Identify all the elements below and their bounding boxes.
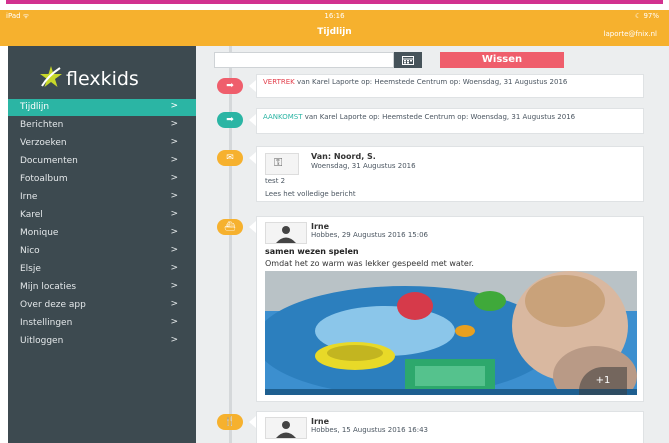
toy-icon: ⛴ bbox=[224, 222, 236, 232]
message-sender-avatar: ⚿ bbox=[265, 153, 299, 175]
date-filter-input[interactable] bbox=[214, 52, 394, 68]
avatar bbox=[265, 222, 307, 244]
post-author: Irne bbox=[311, 417, 330, 426]
sidebar-item-instellingen[interactable]: Instellingen > bbox=[8, 315, 196, 332]
message-body: test 2 bbox=[265, 177, 286, 185]
status-battery: ☾ 97% bbox=[634, 12, 659, 20]
sidebar-item-berichten[interactable]: Berichten > bbox=[8, 117, 196, 134]
avatar bbox=[265, 417, 307, 439]
post-meta: Hobbes, 29 Augustus 2016 15:06 bbox=[311, 231, 428, 239]
departure-badge: ➡ bbox=[217, 78, 243, 94]
chevron-right-icon: > bbox=[170, 281, 178, 291]
chevron-right-icon: > bbox=[170, 155, 178, 165]
user-silhouette-icon bbox=[276, 226, 296, 243]
post-event: Irne Hobbes, 15 Augustus 2016 16:43 bbox=[256, 411, 644, 443]
timeline-axis bbox=[229, 46, 232, 443]
chevron-right-icon: > bbox=[170, 137, 178, 147]
arrival-text: van Karel Laporte op: Heemstede Centrum … bbox=[302, 113, 576, 121]
departure-keyword: VERTREK bbox=[263, 78, 295, 86]
chevron-right-icon: > bbox=[170, 173, 178, 183]
post-event: Irne Hobbes, 29 Augustus 2016 15:06 same… bbox=[256, 216, 644, 402]
arrival-badge: ➡ bbox=[217, 112, 243, 128]
top-edge bbox=[0, 0, 669, 10]
activity-badge: ⛴ bbox=[217, 219, 243, 235]
sidebar-item-mijn-locaties[interactable]: Mijn locaties > bbox=[8, 279, 196, 296]
sidebar-item-karel[interactable]: Karel > bbox=[8, 207, 196, 224]
sidebar-item-fotoalbum[interactable]: Fotoalbum > bbox=[8, 171, 196, 188]
chevron-right-icon: > bbox=[170, 317, 178, 327]
key-icon: ⚿ bbox=[274, 156, 283, 169]
sidebar-item-documenten[interactable]: Documenten > bbox=[8, 153, 196, 170]
envelope-icon: ✉ bbox=[226, 153, 234, 163]
read-full-message-link[interactable]: Lees het volledige bericht bbox=[265, 190, 356, 198]
user-email[interactable]: laporte@fnix.nl bbox=[604, 30, 657, 38]
sidebar: flexkids Tijdlijn > Berichten > Verzoeken >… bbox=[8, 46, 196, 443]
user-silhouette-icon bbox=[276, 421, 296, 438]
sidebar-item-irne[interactable]: Irne > bbox=[8, 189, 196, 206]
chevron-right-icon: > bbox=[170, 335, 178, 345]
logout-icon: ➡ bbox=[226, 81, 234, 91]
clear-button[interactable]: Wissen bbox=[440, 52, 564, 68]
calendar-button[interactable] bbox=[394, 52, 422, 68]
sidebar-item-uitloggen[interactable]: Uitloggen > bbox=[8, 333, 196, 350]
sidebar-item-tijdlijn[interactable]: Tijdlijn > bbox=[8, 99, 196, 116]
cutlery-icon: 🍴 bbox=[224, 417, 236, 427]
page-title: Tijdlijn bbox=[317, 27, 352, 37]
message-event: ⚿ Van: Noord, S. Woensdag, 31 Augustus 2… bbox=[256, 146, 644, 202]
sidebar-item-elsje[interactable]: Elsje > bbox=[8, 261, 196, 278]
chevron-right-icon: > bbox=[170, 263, 178, 273]
chevron-right-icon: > bbox=[170, 119, 178, 129]
chevron-right-icon: > bbox=[170, 227, 178, 237]
chevron-right-icon: > bbox=[170, 299, 178, 309]
sidebar-item-over-deze-app[interactable]: Over deze app > bbox=[8, 297, 196, 314]
meal-badge: 🍴 bbox=[217, 414, 243, 430]
chevron-right-icon: > bbox=[170, 245, 178, 255]
sidebar-item-nico[interactable]: Nico > bbox=[8, 243, 196, 260]
message-from: Van: Noord, S. bbox=[311, 152, 376, 161]
post-title: samen wezen spelen bbox=[265, 247, 359, 256]
post-author: Irne bbox=[311, 222, 330, 231]
post-meta: Hobbes, 15 Augustus 2016 16:43 bbox=[311, 426, 428, 434]
message-badge: ✉ bbox=[217, 150, 243, 166]
message-date: Woensdag, 31 Augustus 2016 bbox=[311, 162, 416, 170]
sidebar-item-verzoeken[interactable]: Verzoeken > bbox=[8, 135, 196, 152]
brand-name: flexkids bbox=[66, 68, 139, 90]
sidebar-item-monique[interactable]: Monique > bbox=[8, 225, 196, 242]
post-photo[interactable] bbox=[265, 271, 637, 395]
app-header: iPad ᯤ 16:16 ☾ 97% Tijdlijn laporte@fnix… bbox=[0, 10, 669, 46]
chevron-right-icon: > bbox=[170, 191, 178, 201]
status-time: 16:16 bbox=[324, 12, 345, 20]
chevron-right-icon: > bbox=[170, 101, 178, 111]
arrival-event: AANKOMST van Karel Laporte op: Heemstede… bbox=[256, 108, 644, 134]
arrival-keyword: AANKOMST bbox=[263, 113, 303, 121]
login-icon: ➡ bbox=[226, 115, 234, 125]
post-text: Omdat het zo warm was lekker gespeeld me… bbox=[265, 259, 474, 268]
star-icon bbox=[40, 66, 62, 87]
departure-event: VERTREK van Karel Laporte op: Heemstede … bbox=[256, 74, 644, 98]
flexkids-logo: flexkids bbox=[38, 64, 178, 94]
departure-text: van Karel Laporte op: Heemstede Centrum … bbox=[294, 78, 568, 86]
calendar-icon bbox=[402, 56, 414, 65]
chevron-right-icon: > bbox=[170, 209, 178, 219]
